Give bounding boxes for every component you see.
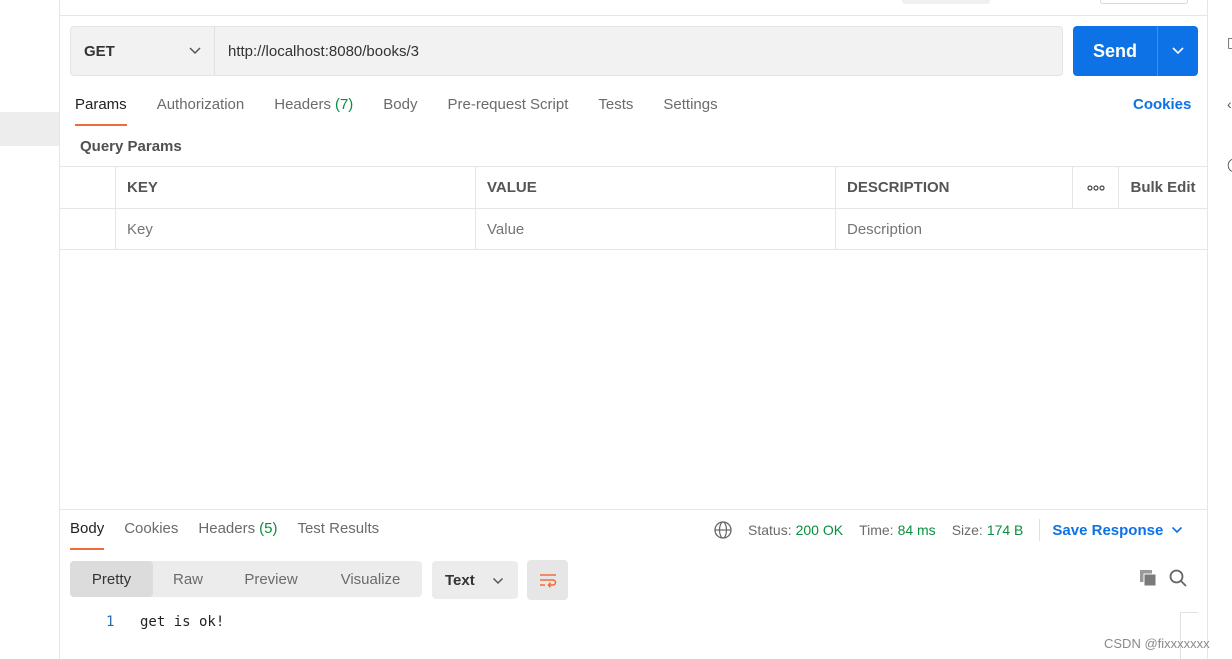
divider xyxy=(1039,519,1041,541)
row-checkbox-cell xyxy=(60,209,115,249)
chevron-down-icon xyxy=(492,577,504,585)
size-value[interactable]: 174 B xyxy=(987,522,1024,538)
search-icon[interactable] xyxy=(1168,568,1188,588)
response-tab-headers[interactable]: Headers (5) xyxy=(198,520,277,550)
time-value[interactable]: 84 ms xyxy=(898,522,936,538)
left-sidebar xyxy=(0,0,60,659)
more-options-button[interactable] xyxy=(1072,167,1118,208)
view-raw-button[interactable]: Raw xyxy=(153,561,223,597)
chevron-down-icon xyxy=(189,47,201,55)
view-mode-group: Pretty Raw Preview Visualize xyxy=(70,561,422,597)
send-button[interactable]: Send xyxy=(1073,26,1198,76)
tab-params[interactable]: Params xyxy=(75,96,127,126)
right-side-panel: ▯ ‹ ◯ xyxy=(1207,0,1232,659)
headers-count: (7) xyxy=(334,96,354,113)
key-cell xyxy=(115,209,475,249)
description-cell xyxy=(835,209,1206,249)
response-status-bar: Status: 200 OK Time: 84 ms Size: 174 B S… xyxy=(713,519,1183,541)
save-response-label: Save Response xyxy=(1052,521,1164,539)
view-visualize-button[interactable]: Visualize xyxy=(319,561,422,597)
response-headers-count: (5) xyxy=(259,520,278,537)
table-header-row: KEY VALUE DESCRIPTION Bulk Edit xyxy=(60,166,1207,209)
params-table: KEY VALUE DESCRIPTION Bulk Edit xyxy=(60,166,1207,250)
bulk-edit-button[interactable]: Bulk Edit xyxy=(1118,167,1207,208)
wrap-lines-button[interactable] xyxy=(527,560,568,600)
cookies-link[interactable]: Cookies xyxy=(1133,96,1191,113)
globe-icon[interactable] xyxy=(713,520,733,540)
format-select[interactable]: Text xyxy=(432,561,518,599)
sidebar-selected-item[interactable] xyxy=(0,112,59,146)
response-tab-cookies[interactable]: Cookies xyxy=(124,520,178,550)
save-response-button[interactable]: Save Response xyxy=(1052,522,1183,539)
wrap-lines-icon xyxy=(539,574,556,588)
url-input[interactable] xyxy=(215,27,1062,75)
line-number: 1 xyxy=(106,614,115,630)
description-column-header: DESCRIPTION xyxy=(835,167,1072,208)
size-label: Size: xyxy=(951,522,983,538)
view-preview-button[interactable]: Preview xyxy=(223,561,319,597)
key-column-header: KEY xyxy=(115,167,475,208)
response-tab-test-results[interactable]: Test Results xyxy=(297,520,379,550)
watermark: CSDN @fixxxxxxx xyxy=(1104,636,1210,651)
table-row xyxy=(60,209,1207,250)
format-label: Text xyxy=(445,571,475,589)
code-icon[interactable]: ‹ xyxy=(1227,96,1232,112)
view-pretty-button[interactable]: Pretty xyxy=(70,561,153,597)
tab-body[interactable]: Body xyxy=(383,96,417,126)
status-value[interactable]: 200 OK xyxy=(796,522,843,538)
time-label: Time: xyxy=(859,522,894,538)
value-cell xyxy=(475,209,835,249)
chevron-down-icon xyxy=(1172,526,1183,534)
tab-pre-request-script[interactable]: Pre-request Script xyxy=(448,96,569,126)
info-icon[interactable]: ◯ xyxy=(1227,156,1232,173)
response-body-text: get is ok! xyxy=(140,614,225,630)
environment-button[interactable] xyxy=(1100,0,1188,4)
more-icon xyxy=(1086,184,1105,191)
key-input[interactable] xyxy=(127,220,475,238)
documentation-icon[interactable]: ▯ xyxy=(1227,34,1232,51)
url-bar: GET xyxy=(70,26,1063,76)
tab-authorization[interactable]: Authorization xyxy=(157,96,245,126)
method-select[interactable]: GET xyxy=(71,27,215,75)
chevron-down-icon xyxy=(1172,47,1184,55)
value-column-header: VALUE xyxy=(475,167,835,208)
response-body-editor[interactable]: 1 get is ok! xyxy=(100,614,224,630)
method-label: GET xyxy=(84,42,115,60)
description-input[interactable] xyxy=(847,220,1206,238)
status-label: Status: xyxy=(748,522,792,538)
send-options-button[interactable] xyxy=(1157,26,1198,76)
query-params-label: Query Params xyxy=(80,138,182,155)
response-tabs: Body Cookies Headers (5) Test Results xyxy=(70,520,399,550)
tab-tests[interactable]: Tests xyxy=(598,96,633,126)
top-strip xyxy=(60,0,1207,16)
send-label: Send xyxy=(1092,40,1137,61)
tab-headers[interactable]: Headers (7) xyxy=(274,96,353,126)
environment-selector[interactable] xyxy=(902,0,990,4)
copy-icon[interactable] xyxy=(1138,568,1158,588)
value-input[interactable] xyxy=(487,220,835,238)
checkbox-column-header xyxy=(60,167,115,208)
response-divider[interactable] xyxy=(60,509,1207,510)
tab-settings[interactable]: Settings xyxy=(663,96,717,126)
response-tab-body[interactable]: Body xyxy=(70,520,105,550)
request-tabs: Params Authorization Headers (7) Body Pre… xyxy=(75,96,748,126)
